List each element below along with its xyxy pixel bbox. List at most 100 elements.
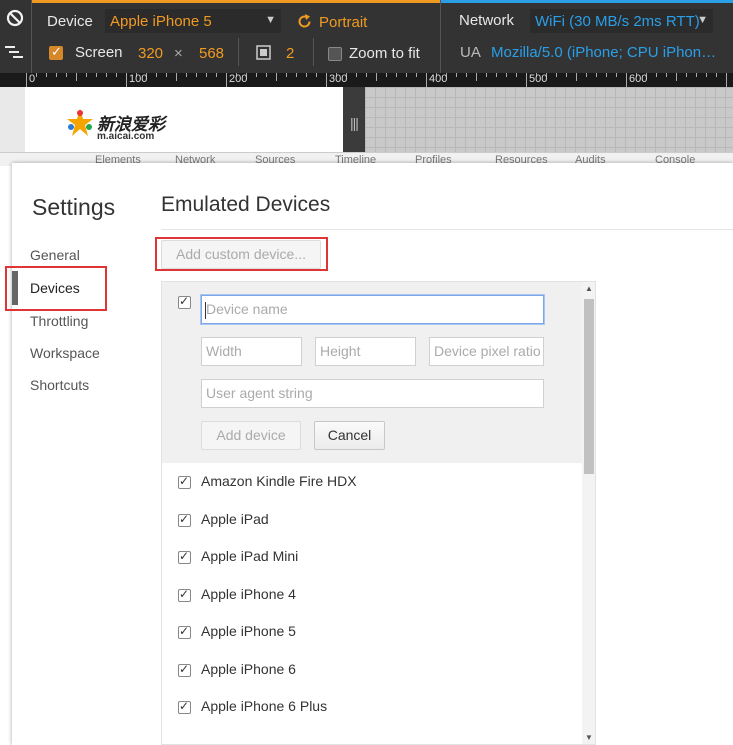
device-row[interactable]: Apple iPad xyxy=(162,502,582,539)
toolbar-divider xyxy=(238,38,239,66)
device-label: Device xyxy=(47,13,93,30)
section-title: Emulated Devices xyxy=(161,193,331,216)
ruler-tick xyxy=(416,73,417,77)
ruler-tick xyxy=(226,73,227,87)
device-row[interactable]: Apple iPhone 5 xyxy=(162,614,582,651)
scroll-down-icon[interactable]: ▼ xyxy=(585,733,593,742)
nav-item-workspace[interactable]: Workspace xyxy=(30,345,100,361)
network-select[interactable]: WiFi (30 MB/s 2ms RTT) ▼ xyxy=(530,9,713,33)
ruler-label: 300 xyxy=(329,73,348,85)
media-queries-icon[interactable] xyxy=(5,44,25,62)
device-name: Apple iPad xyxy=(201,511,269,527)
emulated-page[interactable]: 新浪爱彩 m.aicai.com xyxy=(25,87,343,160)
ruler-tick xyxy=(576,73,577,81)
settings-title: Settings xyxy=(32,194,116,220)
zoom-to-fit-checkbox[interactable] xyxy=(328,47,342,61)
height-input[interactable]: Height xyxy=(315,337,416,366)
ruler-tick xyxy=(196,73,197,77)
device-name-input[interactable]: Device name xyxy=(201,295,544,324)
pixel-ratio-input[interactable]: Device pixel ratio xyxy=(429,337,544,366)
ruler-tick xyxy=(686,73,687,77)
device-select[interactable]: Apple iPhone 5 ▼ xyxy=(105,9,281,33)
device-row[interactable]: Apple iPad Mini xyxy=(162,539,582,576)
nav-item-general[interactable]: General xyxy=(30,247,80,263)
cancel-button[interactable]: Cancel xyxy=(314,421,385,450)
ruler-tick xyxy=(566,73,567,77)
device-checkbox[interactable] xyxy=(178,587,191,602)
ruler-tick xyxy=(366,73,367,77)
scroll-up-icon[interactable]: ▲ xyxy=(585,284,593,293)
device-checkbox[interactable] xyxy=(178,699,191,714)
ua-input[interactable]: Mozilla/5.0 (iPhone; CPU iPhon… xyxy=(491,44,716,61)
editor-enabled-checkbox[interactable] xyxy=(178,294,191,309)
list-scrollbar[interactable]: ▲ ▼ xyxy=(582,282,595,744)
no-entry-icon[interactable] xyxy=(6,9,24,27)
ruler-tick xyxy=(386,73,387,77)
nav-item-shortcuts[interactable]: Shortcuts xyxy=(30,377,89,393)
ruler-tick xyxy=(206,73,207,77)
screen-height-input[interactable]: 568 xyxy=(199,45,224,62)
add-device-button[interactable]: Add device xyxy=(201,421,301,450)
ruler-tick xyxy=(276,73,277,81)
ruler-tick xyxy=(676,73,677,81)
device-checkbox[interactable] xyxy=(178,549,191,564)
device-name: Amazon Kindle Fire HDX xyxy=(201,473,357,489)
orientation-toggle[interactable]: Portrait xyxy=(319,14,367,31)
ruler-tick xyxy=(96,73,97,77)
device-name: Apple iPhone 6 Plus xyxy=(201,698,328,714)
star-logo-icon xyxy=(67,109,93,136)
zoom-to-fit-label: Zoom to fit xyxy=(349,45,420,62)
device-row[interactable]: Amazon Kindle Fire HDX xyxy=(162,464,582,501)
device-row[interactable]: Apple iPhone 4 xyxy=(162,577,582,614)
nav-item-throttling[interactable]: Throttling xyxy=(30,313,88,329)
device-checkbox[interactable] xyxy=(178,474,191,489)
ruler-tick xyxy=(116,73,117,77)
screen-checkbox[interactable] xyxy=(49,44,63,60)
ruler-tick xyxy=(476,73,477,81)
ruler-tick xyxy=(106,73,107,77)
ruler-tick xyxy=(356,73,357,77)
ruler-tick xyxy=(286,73,287,77)
chevron-down-icon: ▼ xyxy=(697,14,708,26)
network-accent-line xyxy=(441,0,733,3)
ruler-tick xyxy=(466,73,467,77)
resize-handle[interactable]: ||| xyxy=(343,87,365,160)
ruler-tick xyxy=(256,73,257,77)
screen-width-input[interactable]: 320 xyxy=(138,45,163,62)
device-checkbox[interactable] xyxy=(178,512,191,527)
ruler-tick xyxy=(516,73,517,77)
device-row[interactable]: Apple iPhone 6 Plus xyxy=(162,689,582,726)
pixel-ratio-input[interactable]: 2 xyxy=(286,45,294,62)
ruler-tick xyxy=(216,73,217,77)
ruler-tick xyxy=(426,73,427,87)
device-name: Apple iPhone 4 xyxy=(201,586,296,602)
ruler-tick xyxy=(606,73,607,77)
screen-label: Screen xyxy=(75,44,123,61)
ruler-tick xyxy=(626,73,627,87)
scrollbar-thumb[interactable] xyxy=(584,299,594,474)
rotate-icon[interactable] xyxy=(296,13,313,30)
grip-icon: ||| xyxy=(350,115,359,131)
ruler-tick xyxy=(26,73,27,87)
preview-grid-background xyxy=(365,87,733,160)
ruler-tick xyxy=(506,73,507,77)
device-checkbox[interactable] xyxy=(178,624,191,639)
horizontal-ruler: 0 100 200 300 400 500 600 xyxy=(0,73,733,87)
page-preview: 新浪爱彩 m.aicai.com ||| xyxy=(0,87,733,160)
ruler-label: 400 xyxy=(429,73,448,85)
ruler-label: 500 xyxy=(529,73,548,85)
ruler-tick xyxy=(86,73,87,77)
ruler-tick xyxy=(266,73,267,77)
ruler-tick xyxy=(556,73,557,77)
ruler-label: 0 xyxy=(29,73,36,85)
ruler-tick xyxy=(156,73,157,77)
ruler-tick xyxy=(166,73,167,77)
ruler-label: 100 xyxy=(129,73,148,85)
device-checkbox[interactable] xyxy=(178,662,191,677)
ruler-tick xyxy=(486,73,487,77)
device-row[interactable]: Apple iPhone 6 xyxy=(162,652,582,689)
user-agent-input[interactable]: User agent string xyxy=(201,379,544,408)
ruler-tick xyxy=(456,73,457,77)
ruler-tick xyxy=(596,73,597,77)
width-input[interactable]: Width xyxy=(201,337,302,366)
